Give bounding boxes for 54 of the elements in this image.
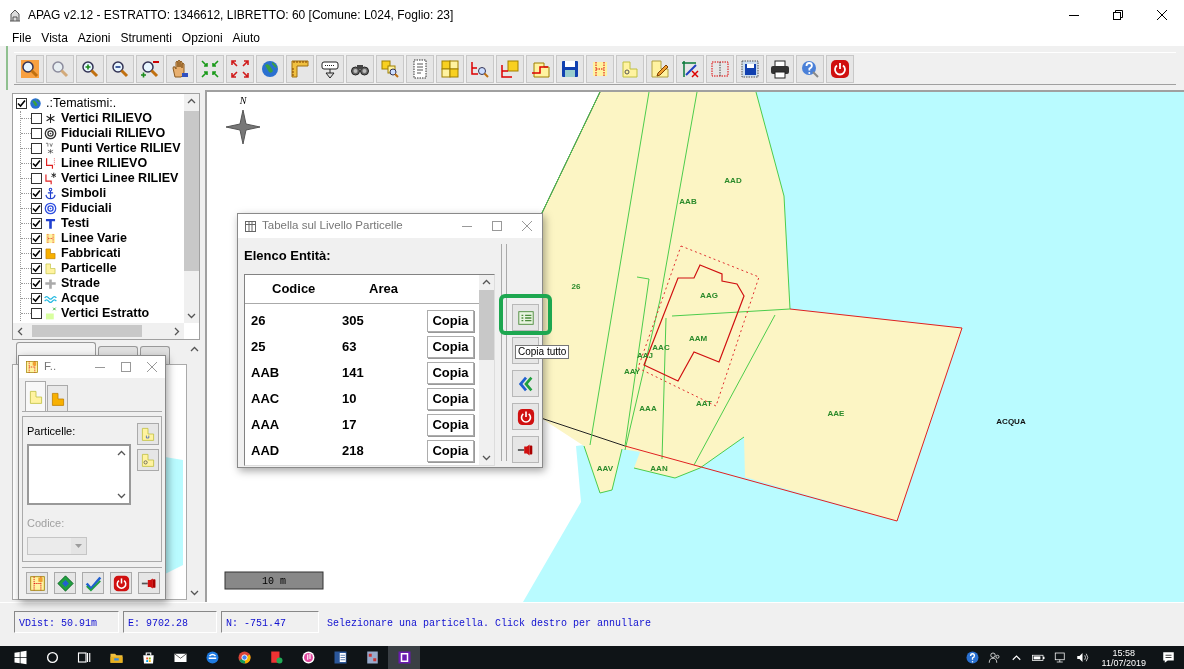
table-cell-text: 25 — [251, 337, 267, 356]
menu-item[interactable]: Vista — [36, 30, 73, 46]
menu-item[interactable]: Strumenti — [115, 30, 177, 46]
section-heading: Elenco Entità: — [244, 247, 332, 265]
parcel-label: AAA — [639, 404, 657, 413]
tooltip: Copia tutto — [515, 345, 570, 359]
status-message: Selezionare una particella. Click destro per annullare — [326, 617, 653, 631]
menu-item[interactable]: Aiuto — [227, 30, 265, 46]
scale-label: 10 m — [262, 576, 286, 587]
table-cell-text: 17 — [342, 415, 357, 434]
parcel-label: AAY — [623, 367, 641, 376]
menu-item[interactable]: File — [7, 30, 37, 46]
parcel-label: AAT — [696, 399, 712, 408]
window-title: APAG v2.12 - ESTRATTO: 1346612, LIBRETTO: 60 [Comune: L024, Foglio: 23] — [28, 7, 454, 24]
status-field: VDist: 50.91m — [14, 611, 119, 633]
parcel-label: AAN — [650, 464, 668, 473]
parcel-label: ACQUA — [996, 417, 1026, 426]
table-cell-text: 10 — [342, 389, 357, 408]
copy-button[interactable]: Copia — [427, 309, 474, 332]
clock-time: 15:58 — [1111, 647, 1137, 658]
parcel-label: AAV — [596, 464, 614, 473]
menu-item[interactable]: Azioni — [72, 30, 116, 46]
clock-date: 11/07/2019 — [1101, 657, 1146, 668]
parcel-label: AAM — [688, 334, 708, 343]
table-cell-text: 218 — [342, 441, 364, 460]
table-cell-text: AAD — [251, 441, 281, 460]
parcel-label: AAD — [724, 176, 742, 185]
field-label: Codice: — [27, 515, 66, 531]
dialog-title: F.. — [44, 359, 57, 375]
copy-button[interactable]: Copia — [427, 335, 474, 358]
table-cell-text: AAA — [251, 415, 281, 434]
table-cell-text: AAB — [251, 363, 281, 382]
table-cell-text: 305 — [342, 311, 364, 330]
menu-item[interactable]: Opzioni — [176, 30, 228, 46]
column-header: Codice — [272, 279, 316, 298]
parcel-label: AAC — [652, 343, 670, 352]
copy-button[interactable]: Copia — [427, 439, 474, 462]
parcel-label: AAG — [700, 291, 718, 300]
status-field: E: 9702.28 — [123, 611, 217, 633]
table-cell-text: 141 — [342, 363, 364, 382]
table-cell-text: AAC — [251, 389, 281, 408]
parcel-label: 26 — [571, 282, 581, 291]
compass-label: N — [239, 95, 247, 106]
parcel-label: AAE — [827, 409, 845, 418]
dialog-title: Tabella sul Livello Particelle — [262, 218, 403, 234]
parcel-label: AAB — [679, 197, 697, 206]
status-field: N: -751.47 — [221, 611, 319, 633]
copy-button[interactable]: Copia — [427, 413, 474, 436]
table-cell-text: 63 — [342, 337, 357, 356]
field-label: Particelle: — [27, 424, 77, 439]
table-cell-text: 26 — [251, 311, 267, 330]
column-header: Area — [369, 279, 398, 298]
copy-button[interactable]: Copia — [427, 361, 474, 384]
copy-button[interactable]: Copia — [427, 387, 474, 410]
